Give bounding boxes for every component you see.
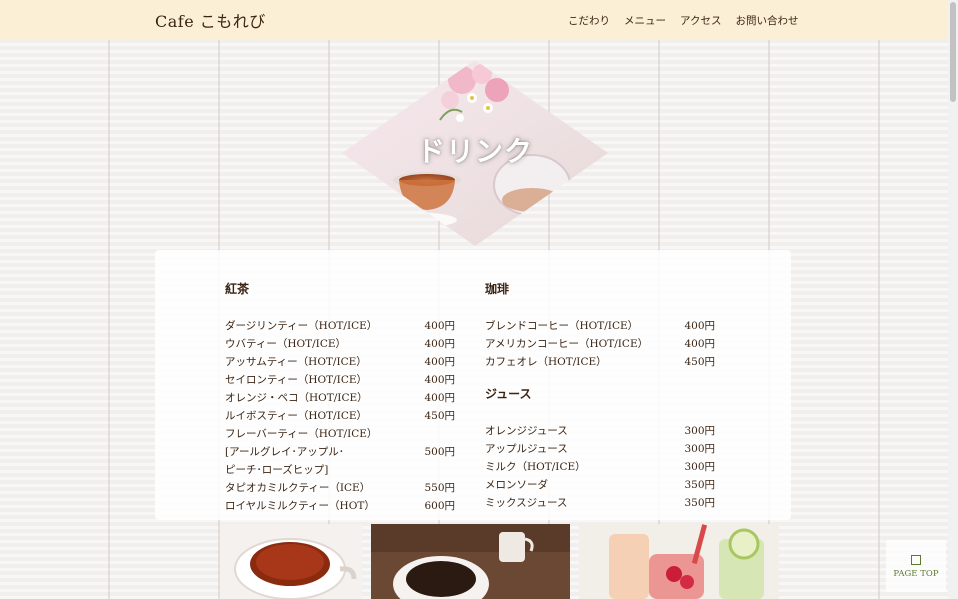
coffee-item-name: ブレンドコーヒー（HOT/ICE） [485,320,639,332]
site-header: Cafe こもれび こだわり メニュー アクセス お問い合わせ [0,0,948,40]
juice-item-price: 300円 [684,443,715,455]
site-logo[interactable]: Cafe こもれび [155,8,266,32]
juice-menu-item: メロンソーダ 350円 [485,476,715,494]
tea-menu-item: ダージリンティー（HOT/ICE） 400円 [225,317,455,335]
tea-item-name: ウバティー（HOT/ICE） [225,338,347,350]
tea-item-price: 400円 [424,338,455,350]
juice-item-price: 300円 [684,461,715,473]
coffee-image [371,524,570,599]
tea-item-price: 600円 [424,500,455,512]
coffee-section: 珈琲 ブレンドコーヒー（HOT/ICE） 400円 アメリカンコーヒー（HOT/IC… [485,280,715,371]
juice-list: オレンジジュース 300円 アップルジュース 300円 ミルク（HOT/ICE） 300円… [485,422,715,512]
tea-item-price: 550円 [424,482,455,494]
coffee-item-price: 400円 [684,338,715,350]
tea-item-name: ルイボスティー（HOT/ICE） [225,410,368,422]
coffee-item-name: カフェオレ（HOT/ICE） [485,356,607,368]
tea-menu-item: ウバティー（HOT/ICE） 400円 [225,335,455,353]
tea-menu-item: アッサムティー（HOT/ICE） 400円 [225,353,455,371]
tea-item-price: 450円 [424,410,455,422]
tea-heading: 紅茶 [225,282,250,296]
scrollbar[interactable] [948,0,958,599]
coffee-heading: 珈琲 [485,282,510,296]
juice-heading: ジュース [485,387,532,401]
coffee-menu-item: アメリカンコーヒー（HOT/ICE） 400円 [485,335,715,353]
main-nav: こだわり メニュー アクセス お問い合わせ [568,13,798,28]
juice-item-name: オレンジジュース [485,425,568,437]
coffee-menu-item: ブレンドコーヒー（HOT/ICE） 400円 [485,317,715,335]
photo-strip [0,524,958,599]
nav-link-access[interactable]: アクセス [680,13,721,28]
juice-item-name: メロンソーダ [485,479,548,491]
tea-item-name: セイロンティー（HOT/ICE） [225,374,368,386]
tea-item-price: 500円 [424,446,455,458]
menu-panel: 紅茶 ダージリンティー（HOT/ICE） 400円 ウバティー（HOT/ICE） 40… [155,250,791,520]
tea-item-price: 400円 [424,392,455,404]
juice-image [579,524,779,599]
tea-item-name: タピオカミルクティー（ICE） [225,482,371,494]
tea-item-name: ロイヤルミルクティー（HOT） [225,500,375,512]
page-top-label: PAGE TOP [893,569,939,579]
coffee-list: ブレンドコーヒー（HOT/ICE） 400円 アメリカンコーヒー（HOT/ICE） 4… [485,317,715,371]
juice-item-name: ミルク（HOT/ICE） [485,461,586,473]
tea-item-name: アッサムティー（HOT/ICE） [225,356,367,368]
tea-menu-item: ロイヤルミルクティー（HOT） 600円 [225,497,455,515]
tea-menu-item: ルイボスティー（HOT/ICE） 450円 [225,407,455,425]
tea-section: 紅茶 ダージリンティー（HOT/ICE） 400円 ウバティー（HOT/ICE） 40… [225,280,455,515]
tea-list: ダージリンティー（HOT/ICE） 400円 ウバティー（HOT/ICE） 400円ア… [225,317,455,515]
tea-menu-item: オレンジ・ペコ（HOT/ICE） 400円 [225,389,455,407]
juice-item-price: 350円 [684,497,715,509]
nav-link-contact[interactable]: お問い合わせ [735,13,798,28]
nav-link-menu[interactable]: メニュー [624,13,666,28]
juice-item-name: ミックスジュース [485,497,568,509]
juice-menu-item: ミックスジュース 350円 [485,494,715,512]
juice-menu-item: ミルク（HOT/ICE） 300円 [485,458,715,476]
tea-item-price: 400円 [424,320,455,332]
tea-item-name: フレーバーティー（HOT/ICE） [アールグレイ･アップル･ ピーチ･ローズヒ… [225,428,378,476]
scrollbar-thumb[interactable] [950,2,956,102]
tea-menu-item: セイロンティー（HOT/ICE） 400円 [225,371,455,389]
nav-link-kodawari[interactable]: こだわり [568,13,610,28]
coffee-menu-item: カフェオレ（HOT/ICE） 450円 [485,353,715,371]
juice-item-price: 350円 [684,479,715,491]
coffee-item-price: 400円 [684,320,715,332]
page-top-icon [911,555,921,565]
tea-cup-image [220,524,362,599]
page-top-button[interactable]: PAGE TOP [886,540,946,592]
juice-photo [579,524,779,599]
hero-diamond: ドリンク [342,60,608,246]
tea-menu-item: フレーバーティー（HOT/ICE） [アールグレイ･アップル･ ピーチ･ローズヒ… [225,425,455,479]
page-title: ドリンク [416,135,533,168]
tea-item-price: 400円 [424,356,455,368]
juice-section: ジュース オレンジジュース 300円 アップルジュース 300円 ミルク（HOT/ICE… [485,385,715,512]
tea-item-price: 400円 [424,374,455,386]
juice-menu-item: アップルジュース 300円 [485,440,715,458]
tea-item-name: オレンジ・ペコ（HOT/ICE） [225,392,368,404]
juice-item-name: アップルジュース [485,443,568,455]
coffee-item-name: アメリカンコーヒー（HOT/ICE） [485,338,649,350]
tea-item-name: ダージリンティー（HOT/ICE） [225,320,378,332]
juice-menu-item: オレンジジュース 300円 [485,422,715,440]
tea-cup-photo [220,524,362,599]
coffee-item-price: 450円 [684,356,715,368]
coffee-photo [371,524,570,599]
tea-menu-item: タピオカミルクティー（ICE） 550円 [225,479,455,497]
juice-item-price: 300円 [684,425,715,437]
